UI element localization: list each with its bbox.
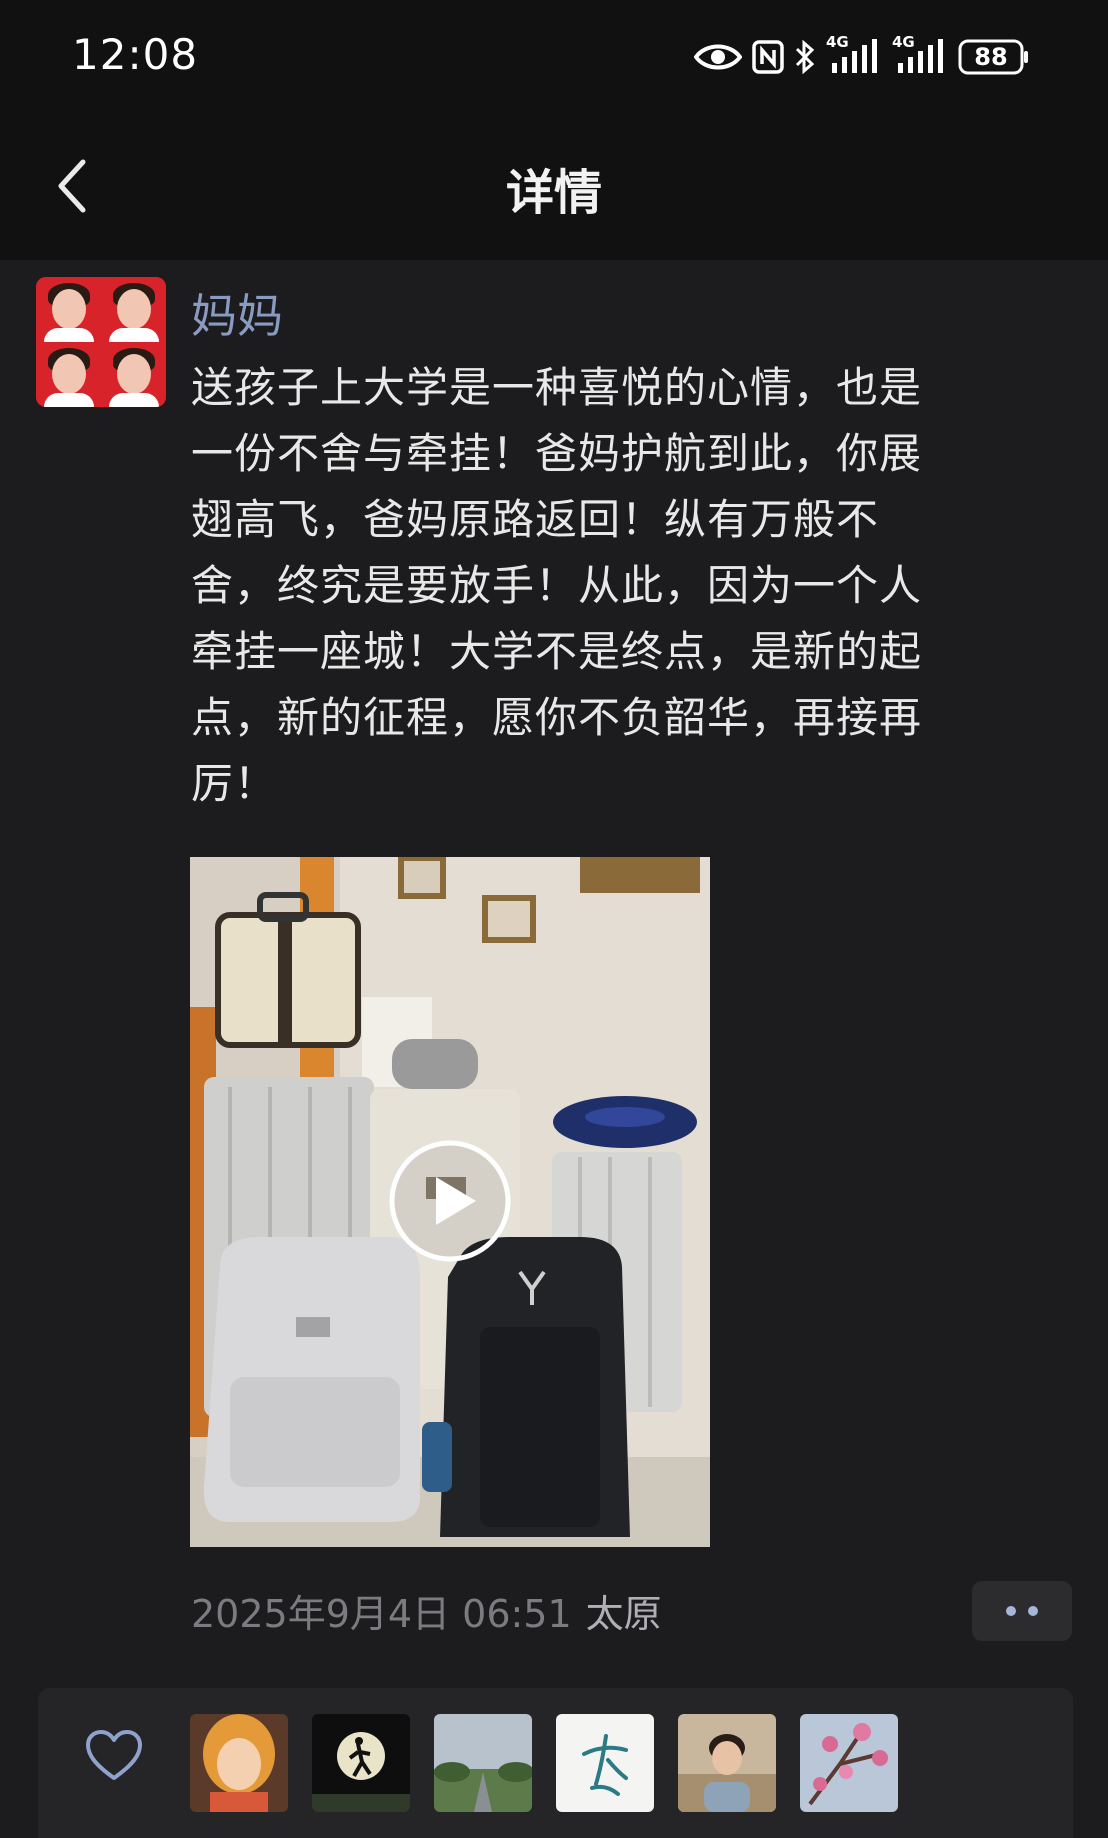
calligraphy-avatar[interactable]: [556, 1714, 654, 1812]
likes-panel: [38, 1688, 1073, 1838]
heart-icon[interactable]: [84, 1728, 144, 1784]
nav-bar: 详情: [0, 115, 1108, 260]
avatar-tile: [36, 342, 101, 407]
nfc-icon: [752, 40, 784, 74]
more-dots-icon: [1006, 1606, 1038, 1616]
person-photo-avatar[interactable]: [678, 1714, 776, 1812]
play-icon[interactable]: [388, 1139, 512, 1263]
post-text: 送孩子上大学是一种喜悦的心情，也是 一份不舍与牵挂！爸妈护航到此，你展 翅高飞，…: [191, 363, 923, 808]
bluetooth-icon: [794, 40, 816, 74]
post-timestamp: 2025年9月4日 06:51: [191, 1592, 572, 1636]
signal-icon: 4G: [892, 33, 948, 77]
status-bar: 12:08 4G 4G 88: [0, 0, 1108, 115]
post-detail: 妈妈 送孩子上大学是一种喜悦的心情，也是 一份不舍与牵挂！爸妈护航到此，你展 翅…: [0, 260, 1108, 1838]
author-name[interactable]: 妈妈: [191, 280, 283, 346]
avatar-tile: [101, 342, 166, 407]
battery-level: 88: [974, 43, 1008, 71]
status-time: 12:08: [72, 30, 199, 79]
post-location[interactable]: 太原: [586, 1592, 662, 1636]
signal-icon: 4G: [826, 33, 882, 77]
running-silhouette-avatar[interactable]: [312, 1714, 410, 1812]
battery-icon: 88: [958, 38, 1030, 76]
avatar-tile: [101, 277, 166, 342]
road-landscape-avatar[interactable]: [434, 1714, 532, 1812]
eye-icon: [694, 42, 742, 72]
page-title: 详情: [505, 165, 602, 221]
avatar-tile: [36, 277, 101, 342]
avatar[interactable]: [36, 277, 166, 407]
video-thumbnail[interactable]: [190, 857, 710, 1547]
post-meta: 2025年9月4日 06:51 太原: [191, 1583, 662, 1638]
blossom-avatar[interactable]: [800, 1714, 898, 1812]
status-icons: 4G 4G 88: [694, 33, 1030, 80]
more-button[interactable]: [972, 1581, 1072, 1641]
cartoon-girl-avatar[interactable]: [190, 1714, 288, 1812]
